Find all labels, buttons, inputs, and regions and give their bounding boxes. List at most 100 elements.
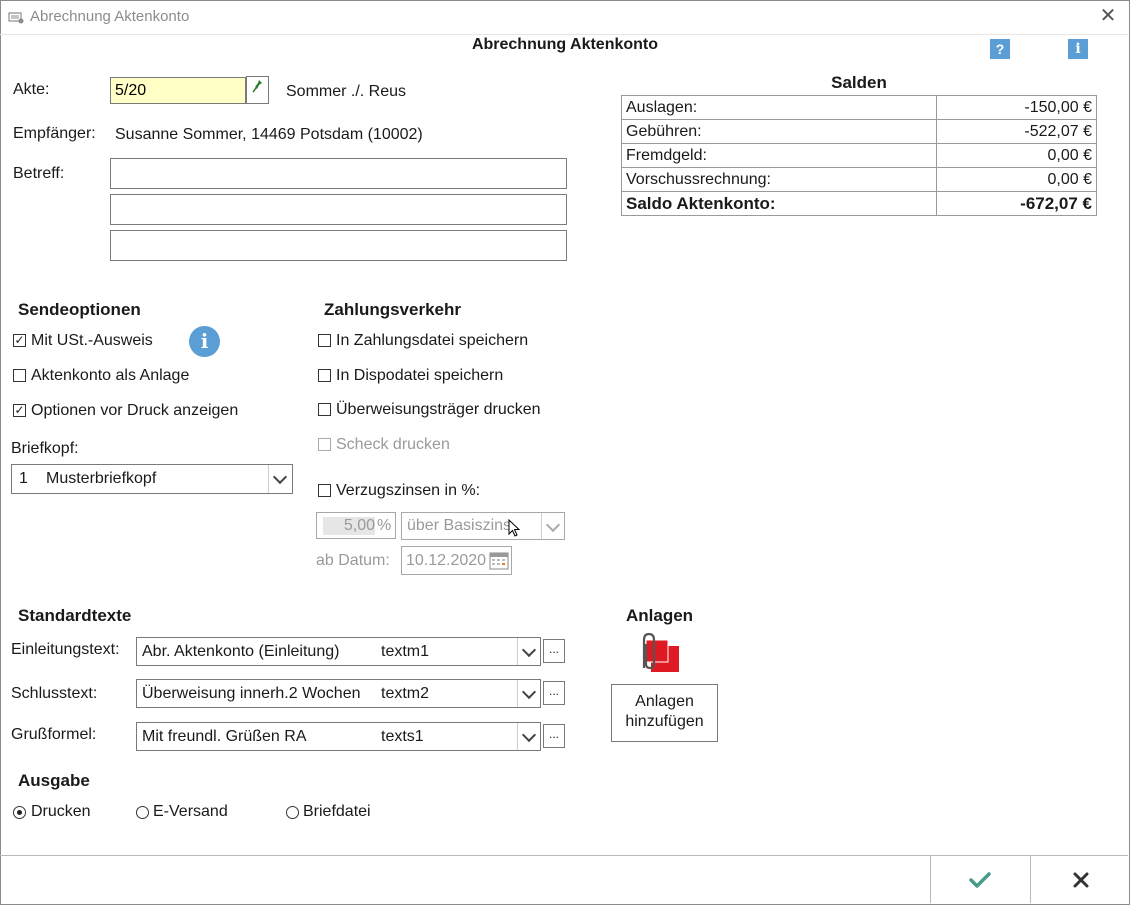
chevron-down-icon xyxy=(521,684,537,700)
einleitungstext-code: textm1 xyxy=(381,643,430,660)
chevron-down-icon xyxy=(521,642,537,658)
calendar-icon xyxy=(489,552,509,570)
salden-value: -150,00 € xyxy=(935,95,1098,120)
dialog-title: Abrechnung Aktenkonto xyxy=(471,36,659,53)
datum-value: 10.12.2020 xyxy=(406,552,487,569)
salden-total-row: Saldo Aktenkonto: -672,07 € xyxy=(621,191,1098,216)
mit-ust-checkbox[interactable]: ✓ xyxy=(13,334,26,347)
info-icon[interactable]: i xyxy=(189,326,220,357)
verzugszinsen-checkbox[interactable] xyxy=(318,484,331,497)
salden-title: Salden xyxy=(831,73,887,92)
grussformel-select[interactable]: Mit freundl. Grüßen RA texts1 xyxy=(136,722,541,751)
grussformel-code: texts1 xyxy=(381,728,424,745)
paperclip-attachment-icon xyxy=(642,632,679,672)
mouse-cursor-icon xyxy=(508,519,521,537)
info-help-icon[interactable]: i xyxy=(1068,39,1088,59)
ausgabe-title: Ausgabe xyxy=(18,771,90,790)
dispodatei-checkbox[interactable] xyxy=(318,369,331,382)
scheck-label: Scheck drucken xyxy=(336,436,450,453)
zahlungsverkehr-title: Zahlungsverkehr xyxy=(324,300,461,319)
close-icon xyxy=(1073,872,1089,888)
zahlungsdatei-checkbox[interactable] xyxy=(318,334,331,347)
zahlungsdatei-label[interactable]: In Zahlungsdatei speichern xyxy=(336,332,528,350)
anlagen-button-line1: Anlagen xyxy=(635,693,694,710)
briefkopf-select[interactable]: 1 Musterbriefkopf xyxy=(11,464,293,494)
pin-icon xyxy=(252,80,262,93)
zins-percent-field: 5,00 % xyxy=(316,512,396,539)
briefkopf-number: 1 xyxy=(19,470,28,487)
zins-basis-select: über Basiszins xyxy=(401,512,565,540)
betreff-line-3[interactable] xyxy=(110,230,567,261)
salden-value: 0,00 € xyxy=(935,143,1098,168)
title-divider xyxy=(0,34,1128,35)
betreff-input-3[interactable] xyxy=(111,231,566,260)
salden-label: Auslagen: xyxy=(621,95,937,120)
optionen-druck-checkbox[interactable]: ✓ xyxy=(13,404,26,417)
betreff-input-1[interactable] xyxy=(111,159,566,188)
dispodatei-label[interactable]: In Dispodatei speichern xyxy=(336,367,503,385)
optionen-druck-label[interactable]: Optionen vor Druck anzeigen xyxy=(31,402,238,420)
ueberweisung-checkbox[interactable] xyxy=(318,403,331,416)
betreff-input-2[interactable] xyxy=(111,195,566,224)
einleitungstext-select[interactable]: Abr. Aktenkonto (Einleitung) textm1 xyxy=(136,637,541,666)
schlusstext-select[interactable]: Überweisung innerh.2 Wochen textm2 xyxy=(136,679,541,708)
briefkopf-label: Briefkopf: xyxy=(11,440,79,457)
zins-unit: % xyxy=(377,517,392,534)
table-row: Fremdgeld: 0,00 € xyxy=(621,143,1098,168)
standardtexte-title: Standardtexte xyxy=(18,606,132,625)
chevron-down-icon xyxy=(545,517,561,533)
akte-parties: Sommer ./. Reus xyxy=(286,83,407,100)
verzugszinsen-label[interactable]: Verzugszinsen in %: xyxy=(336,482,480,500)
ok-button[interactable] xyxy=(931,856,1030,903)
checkmark-icon xyxy=(969,872,991,888)
betreff-line-2[interactable] xyxy=(110,194,567,225)
datum-label: ab Datum: xyxy=(316,552,390,569)
aktenkonto-anlage-label[interactable]: Aktenkonto als Anlage xyxy=(31,367,189,385)
akte-label: Akte: xyxy=(13,81,50,98)
anlagen-hinzufuegen-button[interactable]: Anlagen hinzufügen xyxy=(611,684,718,742)
drucken-radio[interactable] xyxy=(13,806,26,819)
betreff-line-1[interactable] xyxy=(110,158,567,189)
salden-table: Auslagen: -150,00 € Gebühren: -522,07 € Fr… xyxy=(621,95,1098,216)
e-versand-label[interactable]: E-Versand xyxy=(153,803,228,821)
grussformel-label: Grußformel: xyxy=(11,726,97,743)
aktenkonto-anlage-checkbox[interactable] xyxy=(13,369,26,382)
einleitungstext-more-button[interactable]: ... xyxy=(543,639,565,663)
einleitungstext-dropdown[interactable] xyxy=(517,638,541,665)
chevron-down-icon xyxy=(521,727,537,743)
zins-basis-value: über Basiszins xyxy=(407,517,512,534)
salden-total-label: Saldo Aktenkonto: xyxy=(621,191,937,216)
betreff-label: Betreff: xyxy=(13,165,65,182)
table-row: Gebühren: -522,07 € xyxy=(621,119,1098,144)
grussformel-dropdown[interactable] xyxy=(517,723,541,750)
salden-label: Fremdgeld: xyxy=(621,143,937,168)
scheck-checkbox xyxy=(318,438,331,451)
mit-ust-label[interactable]: Mit USt.-Ausweis xyxy=(31,332,153,350)
akte-input[interactable] xyxy=(111,78,245,103)
schlusstext-dropdown[interactable] xyxy=(517,680,541,707)
grussformel-more-button[interactable]: ... xyxy=(543,724,565,748)
akte-field-box[interactable] xyxy=(110,77,246,104)
help-question-icon[interactable]: ? xyxy=(990,39,1010,59)
schlusstext-more-button[interactable]: ... xyxy=(543,681,565,705)
title-bar: Abrechnung Aktenkonto ✕ xyxy=(0,0,1128,34)
salden-label: Vorschussrechnung: xyxy=(621,167,937,192)
akte-pin-button[interactable] xyxy=(246,76,269,104)
e-versand-radio[interactable] xyxy=(136,806,149,819)
ueberweisung-label[interactable]: Überweisungsträger drucken xyxy=(336,401,541,419)
briefdatei-label[interactable]: Briefdatei xyxy=(303,803,371,821)
schlusstext-code: textm2 xyxy=(381,685,430,702)
salden-value: 0,00 € xyxy=(935,167,1098,192)
window-close-icon[interactable]: ✕ xyxy=(1097,5,1119,27)
empfaenger-label: Empfänger: xyxy=(13,125,96,142)
briefkopf-dropdown-button[interactable] xyxy=(268,465,292,493)
drucken-label[interactable]: Drucken xyxy=(31,803,91,821)
cancel-button[interactable] xyxy=(1031,856,1128,903)
einleitungstext-label: Einleitungstext: xyxy=(11,641,120,658)
einleitungstext-value: Abr. Aktenkonto (Einleitung) xyxy=(142,643,340,660)
schlusstext-label: Schlusstext: xyxy=(11,685,98,702)
anlagen-title: Anlagen xyxy=(626,606,694,625)
grussformel-value: Mit freundl. Grüßen RA xyxy=(142,728,307,745)
briefdatei-radio[interactable] xyxy=(286,806,299,819)
anlagen-button-line2: hinzufügen xyxy=(625,713,704,730)
